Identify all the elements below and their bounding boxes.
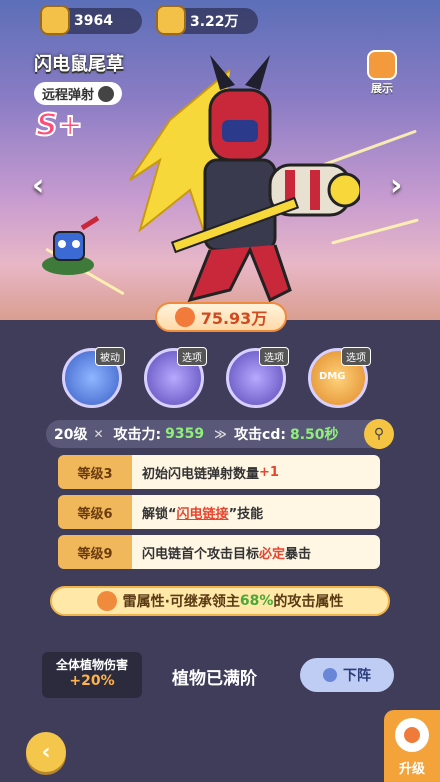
stats-bar: 20级 ✕ 攻击力: 9359 ≫ 攻击cd: 8.50秒 ⚲ [46, 419, 394, 449]
skill-list: 被动 选项 选项 选项 DMG [62, 347, 371, 408]
back-arrow-icon: ‹ [41, 739, 51, 765]
attribute-banner: 雷属性·可继承领主 68% 的攻击属性 [50, 586, 390, 616]
level-list: 等级3 初始闪电链弹射数量 +1 等级6 解锁“ 闪电链接 ”技能 等级9 闪电链首个… [58, 455, 380, 575]
next-arrow-icon[interactable]: › [390, 168, 402, 203]
skill-3[interactable]: 选项 [226, 347, 289, 408]
skill-4[interactable]: 选项 DMG [308, 347, 371, 408]
prev-arrow-icon[interactable]: ‹ [32, 168, 44, 203]
unequip-button[interactable]: 下阵 [300, 658, 394, 692]
back-button[interactable]: ‹ [26, 732, 66, 772]
clover-icon [395, 718, 429, 752]
scroll-icon [156, 5, 186, 35]
upgrade-button[interactable]: 升级 [384, 710, 440, 782]
show-button[interactable]: 展示 [364, 50, 400, 96]
search-icon[interactable]: ⚲ [364, 419, 394, 449]
damage-bonus: 全体植物伤害 +20% [42, 652, 142, 698]
camera-icon [367, 50, 397, 80]
lightning-icon [96, 591, 117, 611]
speed-icon: ≫ [214, 427, 227, 441]
rank-badge: S+ [35, 107, 84, 144]
power-pill: 75.93万 [155, 302, 287, 332]
resource-bar: 3964 3.22万 [40, 5, 258, 35]
cloud-icon [98, 85, 115, 102]
character-illustration [129, 55, 360, 303]
power-icon [174, 307, 195, 327]
level-row: 等级9 闪电链首个攻击目标 必定 暴击 [58, 535, 380, 569]
skill-1[interactable]: 被动 [62, 347, 125, 408]
pet-illustration [42, 215, 100, 275]
scroll-counter: 3.22万 [156, 5, 258, 35]
coin-icon [40, 5, 70, 35]
level-row: 等级6 解锁“ 闪电链接 ”技能 [58, 495, 380, 529]
type-tag: 远程弹射 [34, 82, 123, 105]
skill-2[interactable]: 选项 [144, 347, 207, 408]
level-row: 等级3 初始闪电链弹射数量 +1 [58, 455, 380, 489]
leaf-icon [323, 668, 337, 682]
swords-icon: ✕ [93, 427, 104, 441]
plant-name: 闪电鼠尾草 [34, 54, 124, 75]
coin-counter: 3964 [40, 5, 142, 35]
maxed-status: 植物已满阶 [172, 669, 257, 689]
